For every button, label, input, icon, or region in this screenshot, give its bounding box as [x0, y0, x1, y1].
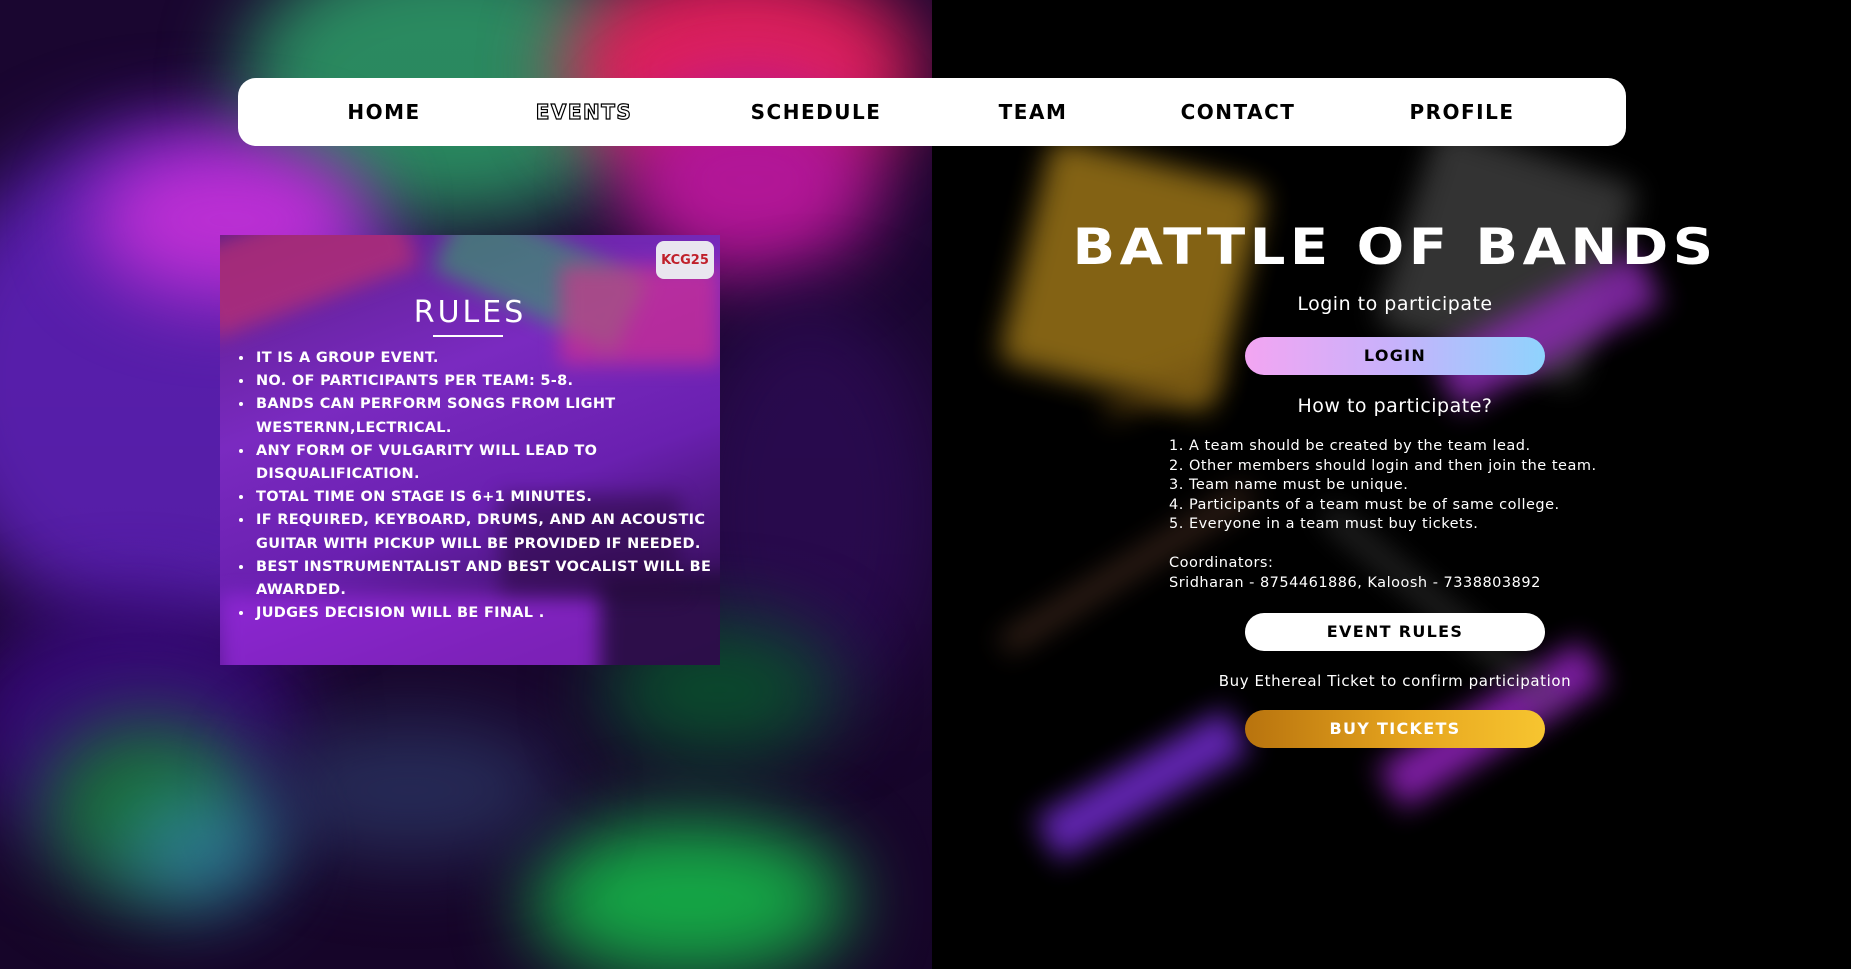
coordinators-contacts: Sridharan - 8754461886, Kaloosh - 733880…: [1169, 575, 1541, 591]
step-item: 2. Other members should login and then j…: [1169, 457, 1597, 474]
rule-item: NO. OF PARTICIPANTS PER TEAM: 5-8.: [254, 370, 720, 393]
step-item: 4. Participants of a team must be of sam…: [1169, 496, 1560, 513]
rules-poster: KCG25 RULES IT IS A GROUP EVENT. NO. OF …: [220, 235, 720, 665]
title-underline: [433, 335, 503, 337]
login-button[interactable]: LOGIN: [1245, 337, 1545, 375]
nav-events[interactable]: EVENTS: [535, 78, 633, 146]
participation-steps: 1. A team should be created by the team …: [1169, 437, 1649, 535]
rule-item: ANY FORM OF VULGARITY WILL LEAD TO DISQU…: [254, 440, 720, 486]
buy-ticket-hint: Buy Ethereal Ticket to confirm participa…: [1218, 672, 1572, 690]
rule-item: IT IS A GROUP EVENT.: [254, 347, 720, 370]
login-hint: Login to participate: [1297, 293, 1493, 315]
step-item: 1. A team should be created by the team …: [1169, 438, 1531, 454]
event-rules-button[interactable]: EVENT RULES: [1245, 613, 1545, 651]
poster-title: RULES: [413, 295, 527, 330]
rule-item: BANDS CAN PERFORM SONGS FROM LIGHT WESTE…: [254, 393, 720, 439]
rule-item: IF REQUIRED, KEYBOARD, DRUMS, AND AN ACO…: [254, 509, 720, 555]
step-item: 5. Everyone in a team must buy tickets.: [1169, 516, 1479, 532]
step-item: 3. Team name must be unique.: [1169, 477, 1409, 493]
buy-tickets-button[interactable]: BUY TICKETS: [1245, 710, 1545, 748]
nav-contact[interactable]: CONTACT: [1181, 78, 1296, 146]
nav-schedule[interactable]: SCHEDULE: [751, 78, 882, 146]
nav-home[interactable]: HOME: [347, 78, 420, 146]
how-to-participate-heading: How to participate?: [1297, 395, 1493, 417]
rule-item: JUDGES DECISION WILL BE FINAL .: [254, 602, 720, 625]
nav-profile[interactable]: PROFILE: [1409, 78, 1514, 146]
nav-team[interactable]: TEAM: [999, 78, 1068, 146]
coordinators-label: Coordinators:: [1169, 555, 1274, 571]
kcg-logo: KCG25: [656, 241, 714, 279]
rule-item: TOTAL TIME ON STAGE IS 6+1 MINUTES.: [254, 486, 720, 509]
event-title: BATTLE OF BANDS: [1072, 218, 1718, 276]
rule-item: BEST INSTRUMENTALIST AND BEST VOCALIST W…: [254, 556, 720, 602]
main-nav: HOME EVENTS SCHEDULE TEAM CONTACT PROFIL…: [238, 78, 1626, 146]
rules-list: IT IS A GROUP EVENT. NO. OF PARTICIPANTS…: [230, 347, 720, 625]
